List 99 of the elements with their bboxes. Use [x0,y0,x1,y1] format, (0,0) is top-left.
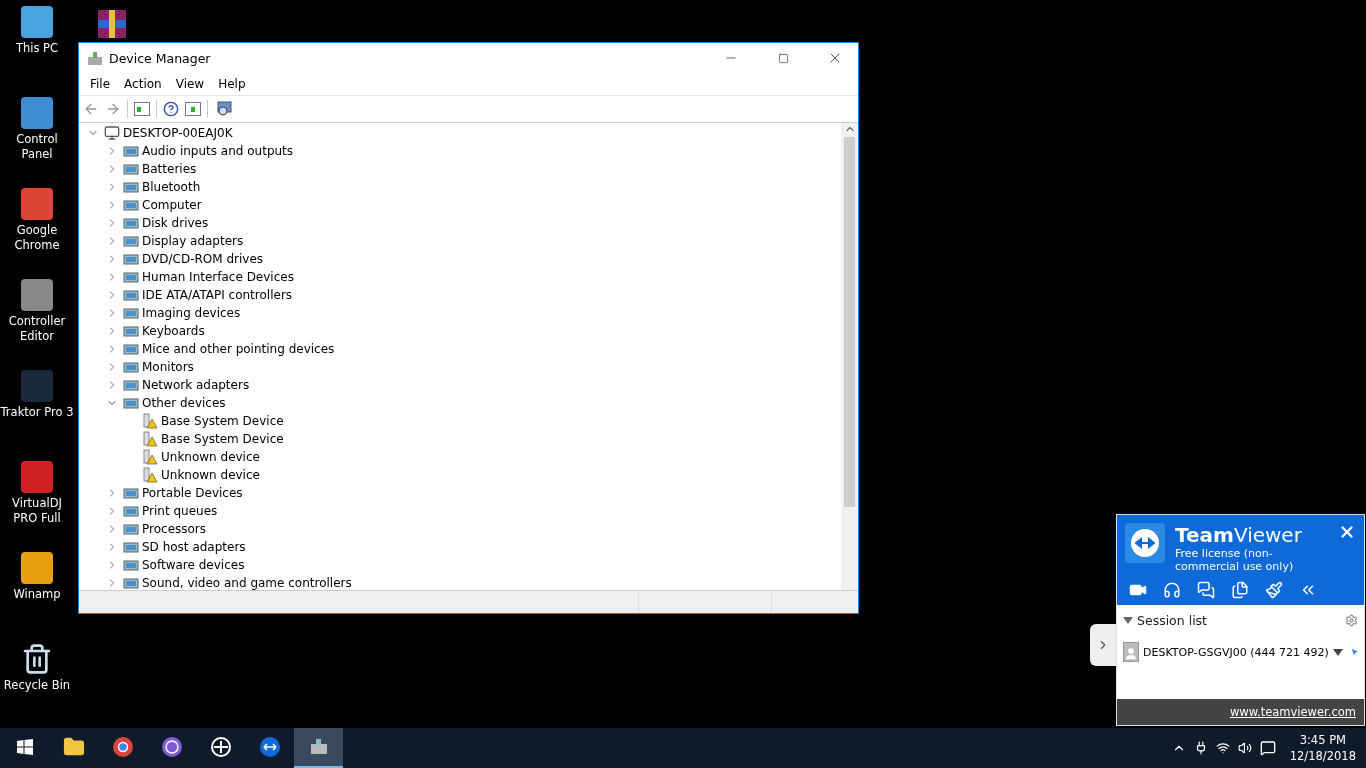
clock[interactable]: 3:45 PM 12/18/2018 [1283,732,1356,764]
window-title: Device Manager [109,50,212,66]
desktop-icon-label: Google Chrome [13,223,61,253]
desktop-icon-label: Recycle Bin [2,678,72,693]
expand-tab[interactable] [1090,624,1116,666]
tree-item[interactable]: Base System Device [161,432,284,446]
menu-item[interactable]: Help [211,73,253,95]
maximize-icon[interactable] [777,52,789,64]
desktop-icon-label: Traktor Pro 3 [0,405,74,420]
panel-icon[interactable] [134,102,150,116]
tree-item[interactable]: Disk drives [142,216,209,230]
device-icon [123,521,139,537]
settings-icon[interactable] [1345,614,1358,627]
windows-logo-icon[interactable] [16,739,33,755]
device-manager-icon [87,50,103,66]
tree-item[interactable]: Batteries [142,162,197,176]
desktop-icon-label: Control Panel [15,132,59,162]
device-icon [123,359,139,375]
tree-item[interactable]: Imaging devices [142,306,241,320]
tree-item[interactable]: DESKTOP-00EAJ0K [123,126,233,140]
desktop-icon-label: Controller Editor [7,314,67,344]
tree-item[interactable]: Processors [142,522,207,536]
tree-item[interactable]: Sound, video and game controllers [142,576,352,590]
scrollbar[interactable] [841,123,858,590]
tree-item[interactable]: DVD/CD-ROM drives [142,252,264,266]
device-icon [123,197,139,213]
wifi-icon[interactable] [1215,741,1230,755]
session-name[interactable]: DESKTOP-GSGVJ00 (444 721 492) [1143,645,1329,659]
computer-icon [104,125,120,141]
device-icon [123,179,139,195]
device-icon [123,215,139,231]
arrows-logo-icon [258,736,281,758]
device-icon [123,143,139,159]
warning-device-icon [142,449,158,465]
license-text: Free license (non-commercial use only) [1175,547,1295,573]
device-icon [123,305,139,321]
help-icon[interactable] [163,101,179,117]
menu-item[interactable]: View [168,73,212,95]
trash-icon[interactable] [21,643,53,675]
device-icon [123,269,139,285]
tree-item[interactable]: Audio inputs and outputs [142,144,294,158]
tree-item[interactable]: Human Interface Devices [142,270,294,284]
device-icon [123,233,139,249]
device-icon [123,557,139,573]
desktop-icon-label: Winamp [12,587,62,602]
tree-item[interactable]: Other devices [142,396,226,410]
back-icon[interactable] [83,101,99,117]
caret-icon[interactable] [1123,617,1133,624]
chat-icon[interactable] [1197,581,1215,599]
tree-item[interactable]: Keyboards [142,324,205,338]
tree-item[interactable]: Software devices [142,558,245,572]
warning-device-icon [142,413,158,429]
caret-icon[interactable] [1332,648,1343,656]
tree-item[interactable]: IDE ATA/ATAPI controllers [142,288,293,302]
device-icon [123,539,139,555]
warning-device-icon [142,431,158,447]
tree-item[interactable]: Network adapters [142,378,250,392]
device-icon [123,485,139,501]
tree-item[interactable]: SD host adapters [142,540,246,554]
desktop-icon-label: This PC [14,41,60,56]
tree-item[interactable]: Unknown device [161,468,260,482]
panel-icon[interactable] [185,102,201,116]
device-icon [123,161,139,177]
tree-item[interactable]: Print queues [142,504,218,518]
device-icon [123,395,139,411]
brush-icon[interactable] [1265,581,1283,599]
device-icon [123,251,139,267]
menu-item[interactable]: File [83,73,118,95]
desktop-icon-label: VirtualDJ PRO Full [11,496,63,526]
tree-item[interactable]: Monitors [142,360,194,374]
device-icon [123,323,139,339]
tree-item[interactable]: Portable Devices [142,486,243,500]
tree-item[interactable]: Display adapters [142,234,244,248]
archive-icon[interactable] [96,8,128,40]
tree-item[interactable]: Mice and other pointing devices [142,342,335,356]
headset-icon[interactable] [1163,581,1181,599]
warning-device-icon [142,467,158,483]
device-icon [123,287,139,303]
folder-icon [62,736,85,758]
tree-item[interactable]: Bluetooth [142,180,201,194]
device-icon [123,377,139,393]
volume-icon[interactable] [1237,741,1252,755]
forward-icon[interactable] [105,101,121,117]
app-title: TeamViewer [1175,523,1303,547]
device-icon [123,575,139,591]
files-icon[interactable] [1231,581,1249,599]
avatar-icon [1123,642,1139,662]
close-button[interactable] [1338,523,1356,541]
device-icon [123,341,139,357]
notification-icon[interactable] [1259,740,1276,756]
tree-item[interactable]: Computer [142,198,202,212]
menu-item[interactable]: Action [117,73,169,95]
browser-icon [111,736,134,758]
circle-logo-icon [209,736,232,758]
arrows-logo-icon [1125,523,1165,563]
section-title: Session list [1137,613,1209,628]
device-icon [123,503,139,519]
tree-item[interactable]: Base System Device [161,414,284,428]
tree-item[interactable]: Unknown device [161,450,260,464]
